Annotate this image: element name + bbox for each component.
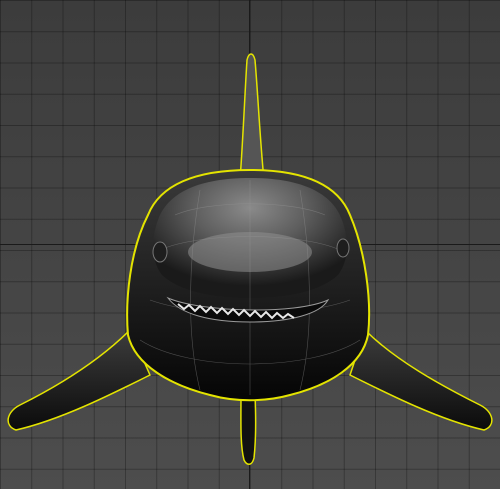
- left-eye: [152, 241, 168, 263]
- dorsal-fin: [239, 53, 265, 181]
- tail-fin: [240, 394, 257, 465]
- 3d-viewport[interactable]: [0, 0, 500, 489]
- right-pectoral-fin: [349, 328, 493, 431]
- shark-model[interactable]: [0, 0, 500, 489]
- right-eye: [336, 238, 350, 258]
- left-pectoral-fin: [7, 328, 151, 431]
